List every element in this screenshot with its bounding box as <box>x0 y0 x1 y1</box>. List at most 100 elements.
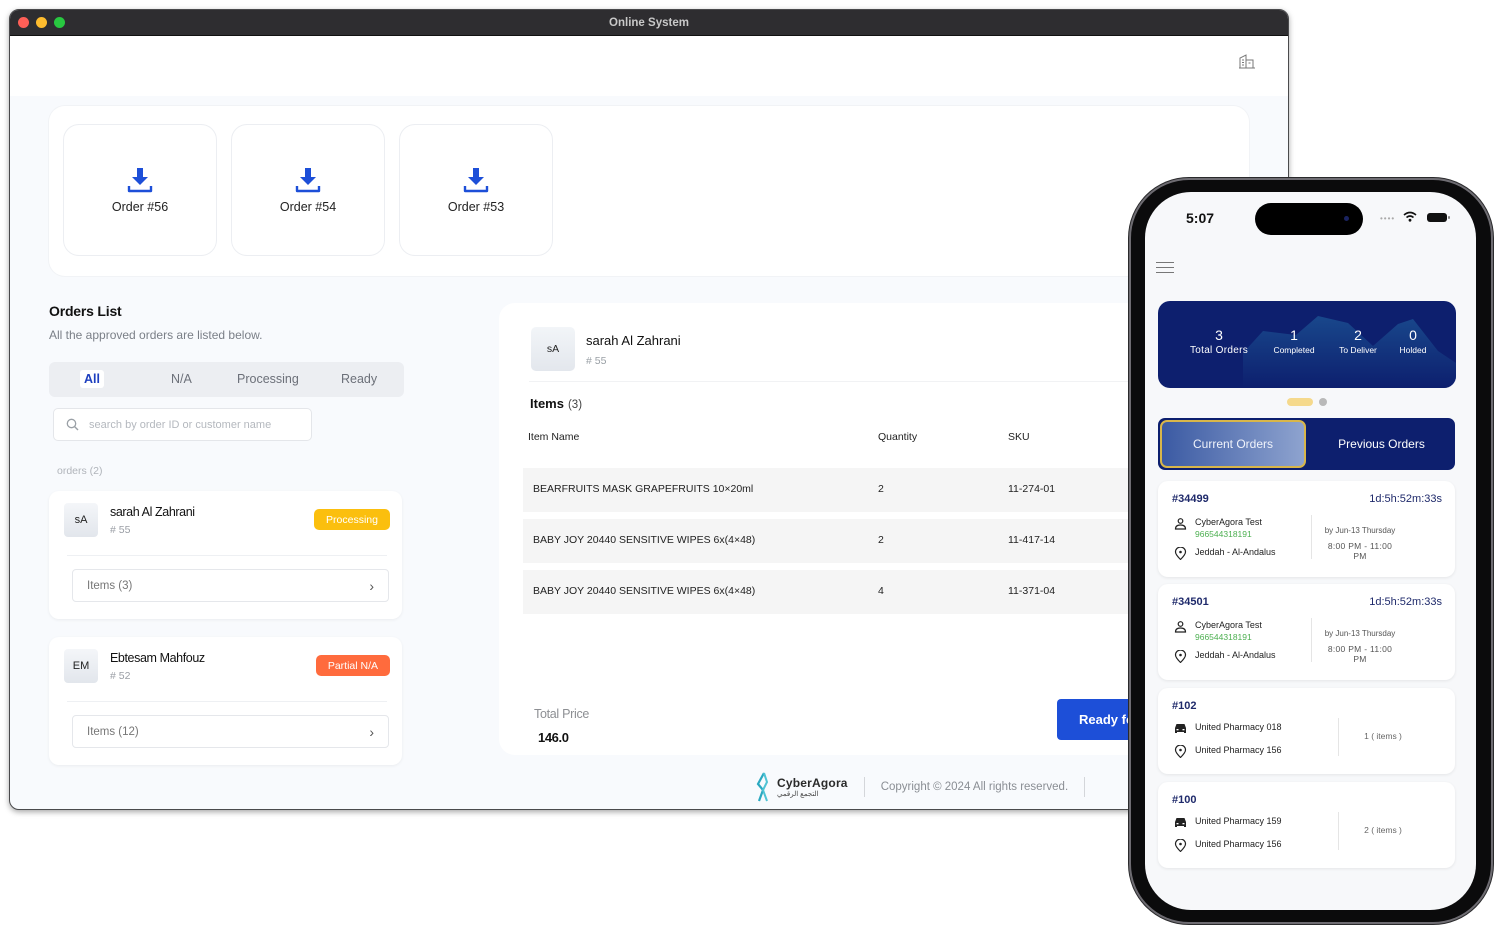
tab-current-orders[interactable]: Current Orders <box>1160 420 1306 468</box>
filter-tabs: All N/A Processing Ready <box>49 362 404 397</box>
customer-phone: 966544318191 <box>1195 632 1252 642</box>
status-badge: Partial N/A <box>315 655 390 676</box>
building-icon[interactable] <box>1238 52 1256 70</box>
minimize-window-button[interactable] <box>36 17 47 28</box>
items-label: Items (3) <box>87 579 133 592</box>
download-order-card[interactable]: Order #56 <box>63 124 217 256</box>
menu-icon[interactable] <box>1156 262 1174 276</box>
order-id: # 52 <box>110 670 131 682</box>
download-order-card[interactable]: Order #54 <box>231 124 385 256</box>
divider <box>67 555 387 556</box>
order-timer: 1d:5h:52m:33s <box>1369 493 1442 505</box>
order-id: #34499 <box>1172 493 1209 505</box>
stat-label: Holded <box>1399 345 1427 355</box>
window-controls <box>10 17 65 28</box>
items-button[interactable]: Items (3) › <box>72 569 389 602</box>
items-title: Items <box>530 396 564 411</box>
window-title: Online System <box>609 16 689 29</box>
order-detail-panel: sA sarah Al Zahrani # 55 Items (3) Item N… <box>499 303 1207 755</box>
item-quantity: 2 <box>878 534 884 546</box>
order-id: #100 <box>1172 794 1197 806</box>
items-label: Items (12) <box>87 725 139 738</box>
mobile-transfer-card[interactable]: #102 United Pharmacy 018 United Pharmacy… <box>1158 688 1455 774</box>
search-input[interactable] <box>89 418 299 431</box>
download-order-label: Order #54 <box>279 200 337 214</box>
stats-card: 3 Total Orders 1 Completed 2 To Deliver … <box>1158 301 1456 388</box>
items-button[interactable]: Items (12) › <box>72 715 389 748</box>
avatar: sA <box>531 327 575 371</box>
location-text: Jeddah - Al-Andalus <box>1195 650 1276 660</box>
downloads-panel: Order #56 Order #54 Order #53 <box>49 106 1249 276</box>
item-quantity: 2 <box>878 483 884 495</box>
stat-value: 1 <box>1290 327 1298 343</box>
customer-row: CyberAgora Test 966544318191 <box>1174 517 1262 539</box>
order-card[interactable]: EM Ebtesam Mahfouz # 52 Partial N/A Item… <box>49 637 402 765</box>
mobile-order-card[interactable]: #34499 1d:5h:52m:33s CyberAgora Test 9665… <box>1158 481 1455 577</box>
divider <box>1311 618 1312 662</box>
items-count: (3) <box>567 399 583 411</box>
divider <box>67 701 387 702</box>
column-header-quantity: Quantity <box>878 431 918 443</box>
tab-all[interactable]: All <box>80 370 104 388</box>
download-icon <box>295 168 321 193</box>
column-header-item-name: Item Name <box>528 431 580 443</box>
search-icon <box>66 418 79 431</box>
item-sku: 11-371-04 <box>1008 585 1056 597</box>
avatar: sA <box>64 503 98 537</box>
mobile-order-card[interactable]: #34501 1d:5h:52m:33s CyberAgora Test 9665… <box>1158 584 1455 680</box>
download-order-card[interactable]: Order #53 <box>399 124 553 256</box>
avatar: EM <box>64 649 98 683</box>
stat-completed: 1 Completed <box>1266 327 1322 355</box>
orders-count: orders (2) <box>57 465 103 477</box>
divider <box>1311 515 1312 559</box>
carousel-dot-active[interactable] <box>1287 398 1313 406</box>
order-id: #102 <box>1172 700 1197 712</box>
item-sku: 11-274-01 <box>1008 483 1056 495</box>
brand-name: CyberAgora <box>777 776 848 790</box>
location-pin-icon <box>1174 745 1187 758</box>
dynamic-island <box>1255 203 1363 235</box>
logo-mark-icon <box>756 772 769 802</box>
table-row: BABY JOY 20440 SENSITIVE WIPES 6x(4×48) … <box>523 570 1199 614</box>
customer-name: sarah Al Zahrani <box>110 505 195 519</box>
battery-icon <box>1427 213 1450 222</box>
item-name: BABY JOY 20440 SENSITIVE WIPES 6x(4×48) <box>533 585 756 597</box>
stat-value: 3 <box>1215 327 1223 343</box>
close-window-button[interactable] <box>18 17 29 28</box>
to-location: United Pharmacy 156 <box>1195 745 1282 755</box>
phone-mockup: 5:07 •••• 3 Total Orders 1 Completed 2 T… <box>1131 180 1491 922</box>
items-count: 2 ( items ) <box>1364 825 1402 835</box>
car-icon <box>1175 818 1186 827</box>
to-row: United Pharmacy 156 <box>1174 745 1282 758</box>
location-row: Jeddah - Al-Andalus <box>1174 547 1276 560</box>
desktop-window: Online System Order #56 Order #54 Order … <box>9 9 1289 810</box>
carousel-dot[interactable] <box>1319 398 1327 406</box>
wifi-icon <box>1403 211 1417 222</box>
from-location: United Pharmacy 018 <box>1195 722 1282 732</box>
order-timer: 1d:5h:52m:33s <box>1369 596 1442 608</box>
car-icon <box>1175 724 1186 733</box>
download-order-label: Order #53 <box>447 200 505 214</box>
to-location: United Pharmacy 156 <box>1195 839 1282 849</box>
customer-row: CyberAgora Test 966544318191 <box>1174 620 1262 642</box>
stat-label: To Deliver <box>1339 345 1377 355</box>
total-price-label: Total Price <box>534 707 590 721</box>
chevron-right-icon: › <box>369 723 374 740</box>
tab-previous-orders[interactable]: Previous Orders <box>1308 418 1455 470</box>
order-id: # 55 <box>586 355 607 367</box>
chevron-right-icon: › <box>369 577 374 594</box>
order-card[interactable]: sA sarah Al Zahrani # 55 Processing Item… <box>49 491 402 619</box>
item-name: BEARFRUITS MASK GRAPEFRUITS 10×20ml <box>533 483 754 495</box>
customer-name: CyberAgora Test <box>1195 620 1262 630</box>
delivery-date: by Jun-13 Thursday <box>1324 629 1396 638</box>
maximize-window-button[interactable] <box>54 17 65 28</box>
tab-na[interactable]: N/A <box>171 372 192 386</box>
orders-list-title: Orders List <box>49 303 122 319</box>
tab-processing[interactable]: Processing <box>237 372 299 386</box>
mobile-transfer-card[interactable]: #100 United Pharmacy 159 United Pharmacy… <box>1158 782 1455 868</box>
tab-ready[interactable]: Ready <box>341 372 377 386</box>
total-price-value: 146.0 <box>538 730 569 745</box>
download-order-label: Order #56 <box>111 200 169 214</box>
customer-name: CyberAgora Test <box>1195 517 1262 527</box>
status-time: 5:07 <box>1186 210 1215 226</box>
